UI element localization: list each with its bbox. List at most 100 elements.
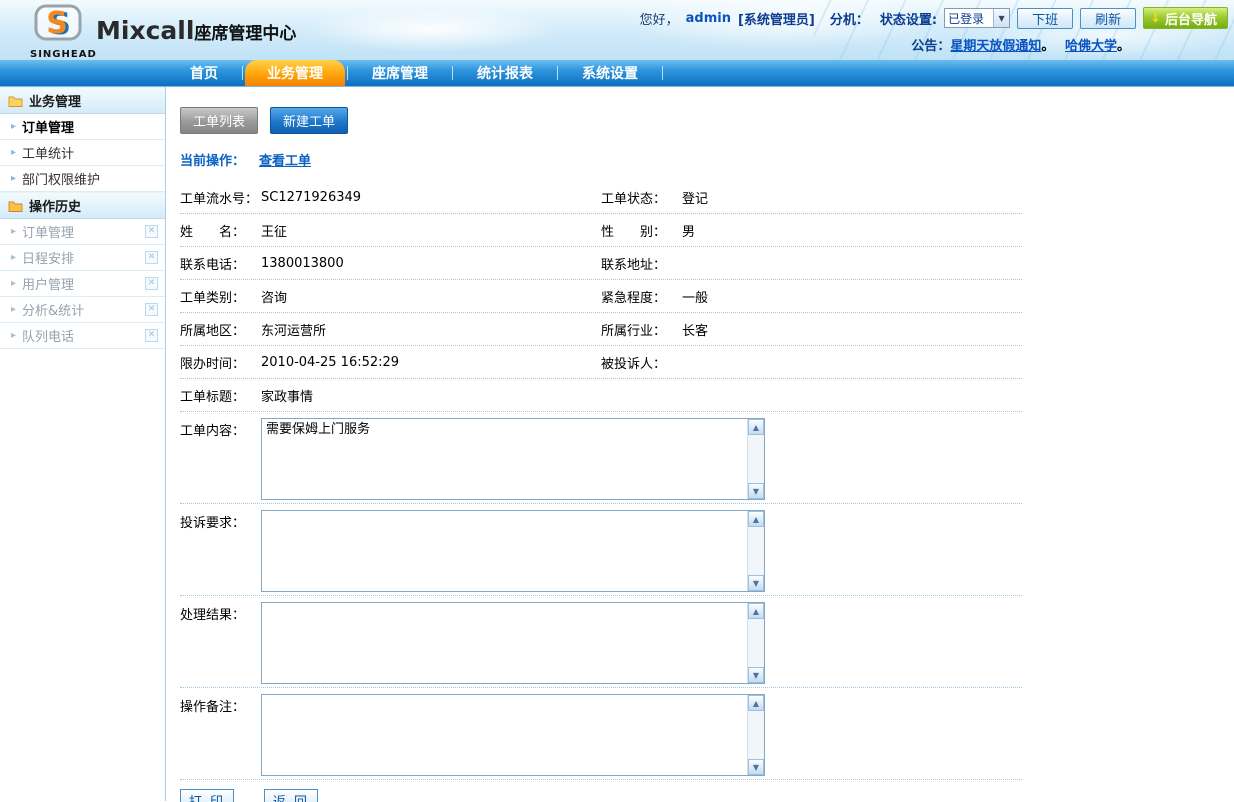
form-textarea-row: 投诉要求： ▲ ▼ [180, 504, 1022, 596]
form-row: 工单流水号： SC1271926349 工单状态： 登记 [180, 181, 1022, 214]
scroll-down-icon[interactable]: ▼ [748, 483, 764, 499]
current-operation-label: 当前操作： [180, 154, 245, 169]
back-button[interactable]: 返 回 [264, 789, 318, 802]
current-operation-value: 查看工单 [259, 154, 311, 169]
scroll-down-icon[interactable]: ▼ [748, 759, 764, 775]
field-label-status: 工单状态： [601, 188, 682, 207]
field-label-deadline: 限办时间： [180, 353, 261, 372]
sidebar-group-history[interactable]: 操作历史 [0, 192, 165, 219]
status-select[interactable]: 已登录 ▼ [944, 8, 1010, 28]
arrow-right-icon: ▸ [11, 173, 16, 184]
sidebar-history-user-mgmt[interactable]: ▸ 用户管理 ✕ [0, 271, 165, 297]
close-icon[interactable]: ✕ [145, 303, 158, 316]
close-icon[interactable]: ✕ [145, 329, 158, 342]
chevron-down-icon[interactable]: ▼ [993, 9, 1009, 27]
scroll-up-icon[interactable]: ▲ [748, 511, 764, 527]
field-label-operation-note: 操作备注： [180, 694, 261, 776]
extension-label: 分机： [830, 9, 869, 28]
sidebar-item-dept-permission[interactable]: ▸ 部门权限维护 [0, 166, 165, 192]
ticket-list-button[interactable]: 工单列表 [180, 107, 258, 134]
print-button[interactable]: 打 印 [180, 789, 234, 802]
nav-separator [662, 66, 663, 80]
nav-tab-system[interactable]: 系统设置 [560, 60, 660, 86]
nav-tab-report[interactable]: 统计报表 [455, 60, 555, 86]
backstage-nav-button[interactable]: ↓ 后台导航 [1143, 7, 1228, 29]
handle-result-textarea[interactable]: ▲ ▼ [261, 602, 765, 684]
arrow-right-icon: ▸ [11, 330, 16, 341]
field-label-content: 工单内容： [180, 418, 261, 500]
field-label-serial: 工单流水号： [180, 188, 261, 207]
arrow-right-icon: ▸ [11, 278, 16, 289]
close-icon[interactable]: ✕ [145, 225, 158, 238]
field-value-category: 咨询 [261, 287, 601, 306]
sidebar-history-schedule[interactable]: ▸ 日程安排 ✕ [0, 245, 165, 271]
sidebar: 业务管理 ▸ 订单管理 ▸ 工单统计 ▸ 部门权限维护 操作历史 ▸ 订单管理 … [0, 87, 166, 801]
offduty-button[interactable]: 下班 [1017, 8, 1073, 29]
ticket-content-textarea[interactable]: 需要保姆上门服务 ▲ ▼ [261, 418, 765, 500]
operation-note-textarea[interactable]: ▲ ▼ [261, 694, 765, 776]
sidebar-item-order-mgmt[interactable]: ▸ 订单管理 [0, 114, 165, 140]
refresh-button[interactable]: 刷新 [1080, 8, 1136, 29]
form-textarea-row: 操作备注： ▲ ▼ [180, 688, 1022, 780]
field-value-urgency: 一般 [682, 287, 1022, 306]
notice-link-holiday[interactable]: 星期天放假通知 [950, 39, 1041, 54]
folder-icon [8, 95, 23, 107]
breadcrumb: 当前操作： 查看工单 [180, 150, 1234, 169]
arrow-right-icon: ▸ [11, 252, 16, 263]
nav-tab-agent[interactable]: 座席管理 [350, 60, 450, 86]
app-title: Mixcall座席管理中心 [96, 16, 296, 45]
nav-separator [242, 66, 243, 80]
sidebar-history-analysis[interactable]: ▸ 分析&统计 ✕ [0, 297, 165, 323]
status-label: 状态设置: [880, 9, 937, 28]
nav-tab-home[interactable]: 首页 [168, 60, 240, 86]
brand-area: S S SINGHEAD Mixcall座席管理中心 [30, 4, 296, 60]
close-icon[interactable]: ✕ [145, 251, 158, 264]
new-ticket-button[interactable]: 新建工单 [270, 107, 348, 134]
scrollbar[interactable]: ▲ ▼ [747, 695, 764, 775]
top-header: S S SINGHEAD Mixcall座席管理中心 您好， admin [系统… [0, 0, 1234, 60]
cloud-decoration [300, 6, 560, 52]
sidebar-history-queue-call[interactable]: ▸ 队列电话 ✕ [0, 323, 165, 349]
singhead-logo-icon: S S [33, 4, 83, 44]
field-label-category: 工单类别： [180, 287, 261, 306]
scrollbar[interactable]: ▲ ▼ [747, 603, 764, 683]
field-value-status: 登记 [682, 188, 1022, 207]
logo-text: SINGHEAD [30, 49, 86, 60]
arrow-right-icon: ▸ [11, 226, 16, 237]
user-role: [系统管理员] [738, 9, 815, 28]
sidebar-item-ticket-stats[interactable]: ▸ 工单统计 [0, 140, 165, 166]
sidebar-history-order-mgmt[interactable]: ▸ 订单管理 ✕ [0, 219, 165, 245]
scrollbar[interactable]: ▲ ▼ [747, 419, 764, 499]
field-label-industry: 所属行业： [601, 320, 682, 339]
nav-tab-business[interactable]: 业务管理 [245, 60, 345, 86]
complaint-request-textarea[interactable]: ▲ ▼ [261, 510, 765, 592]
nav-separator [557, 66, 558, 80]
notice-link-harvard[interactable]: 哈佛大学 [1065, 39, 1117, 54]
nav-separator [452, 66, 453, 80]
status-select-value: 已登录 [945, 10, 993, 27]
field-label-region: 所属地区： [180, 320, 261, 339]
close-icon[interactable]: ✕ [145, 277, 158, 290]
form-textarea-row: 工单内容： 需要保姆上门服务 ▲ ▼ [180, 412, 1022, 504]
ticket-form: 工单流水号： SC1271926349 工单状态： 登记 姓 名： 王征 性 别… [180, 181, 1022, 802]
scroll-up-icon[interactable]: ▲ [748, 419, 764, 435]
scrollbar[interactable]: ▲ ▼ [747, 511, 764, 591]
field-value-serial: SC1271926349 [261, 190, 601, 205]
nav-separator [347, 66, 348, 80]
arrow-right-icon: ▸ [11, 147, 16, 158]
scroll-up-icon[interactable]: ▲ [748, 603, 764, 619]
scroll-down-icon[interactable]: ▼ [748, 667, 764, 683]
main-nav: 首页 业务管理 座席管理 统计报表 系统设置 [0, 60, 1234, 87]
field-value-phone: 1380013800 [261, 256, 601, 271]
scroll-down-icon[interactable]: ▼ [748, 575, 764, 591]
scroll-up-icon[interactable]: ▲ [748, 695, 764, 711]
form-actions: 打 印 返 回 [180, 789, 1022, 802]
greeting-text: 您好， [640, 9, 679, 28]
sidebar-group-business[interactable]: 业务管理 [0, 87, 165, 114]
field-label-address: 联系地址： [601, 254, 682, 273]
notice-bar: 公告：星期天放假通知。 哈佛大学。 [640, 35, 1130, 54]
form-row: 工单类别： 咨询 紧急程度： 一般 [180, 280, 1022, 313]
field-value-gender: 男 [682, 221, 1022, 240]
form-row: 限办时间： 2010-04-25 16:52:29 被投诉人： [180, 346, 1022, 379]
folder-icon [8, 200, 23, 212]
